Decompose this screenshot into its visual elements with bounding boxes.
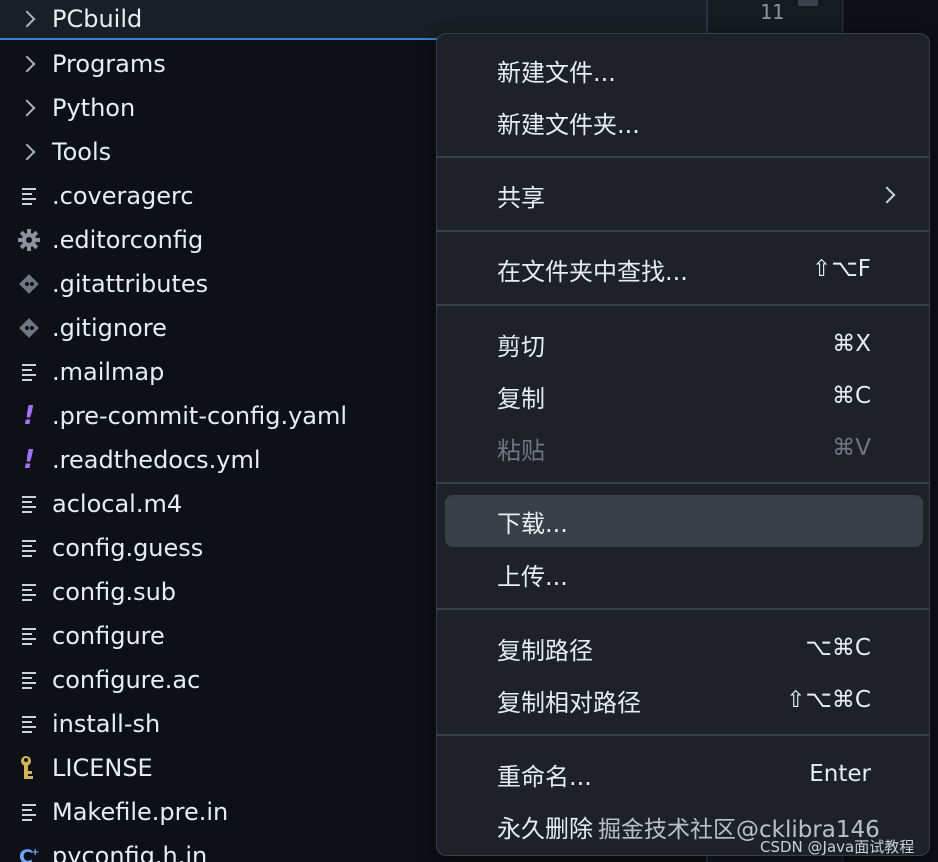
explorer-item-label: pyconfig.h.in	[52, 842, 208, 862]
explorer-item-label: LICENSE	[52, 754, 153, 782]
menu-item-label: 共享	[497, 183, 545, 212]
menu-separator	[437, 304, 929, 306]
explorer-item-label: configure	[52, 622, 165, 650]
chevron-right-icon	[878, 186, 896, 204]
explorer-item-label: Tools	[52, 138, 112, 166]
explorer-item-label: Programs	[52, 50, 166, 78]
menu-item-copy-relative-path[interactable]: 复制相对路径 ⇧⌥⌘C	[437, 678, 929, 722]
menu-item-shortcut: ⌘C	[831, 383, 871, 409]
menu-item-label: 下载...	[497, 509, 568, 538]
menu-item-shortcut: Enter	[809, 761, 871, 787]
explorer-item-label: Python	[52, 94, 136, 122]
chevron-right-icon	[16, 95, 42, 121]
menu-separator	[437, 230, 929, 232]
yaml-icon: !	[23, 401, 35, 431]
menu-item-copy-path[interactable]: 复制路径 ⌥⌘C	[437, 626, 929, 670]
chevron-right-icon	[16, 51, 42, 77]
menu-item-label: 上传...	[497, 562, 568, 591]
text-file-icon	[16, 579, 42, 605]
menu-item-find-in-folder[interactable]: 在文件夹中查找... ⇧⌥F	[437, 247, 929, 291]
menu-separator	[437, 482, 929, 484]
menu-item-label: 新建文件...	[497, 58, 616, 87]
git-icon	[16, 315, 42, 341]
text-file-icon	[16, 183, 42, 209]
text-file-icon	[16, 491, 42, 517]
c-file-icon: C +	[16, 843, 42, 862]
explorer-item-label: .readthedocs.yml	[52, 446, 261, 474]
watermark-csdn: CSDN @Java面试教程	[760, 838, 915, 856]
code-highlight	[798, 0, 818, 6]
explorer-item-label: config.sub	[52, 578, 177, 606]
menu-item-shortcut: ⌘V	[832, 435, 871, 461]
menu-item-shortcut: ⌥⌘C	[805, 635, 871, 661]
explorer-item-label: .gitignore	[52, 314, 167, 342]
menu-item-label: 复制	[497, 384, 545, 413]
menu-item-shortcut: ⌘X	[832, 331, 871, 357]
menu-item-label: 在文件夹中查找...	[497, 257, 688, 286]
explorer-item-label: .gitattributes	[52, 270, 209, 298]
explorer-item-label: install-sh	[52, 710, 161, 738]
menu-item-label: 复制路径	[497, 636, 593, 665]
explorer-item-label: config.guess	[52, 534, 204, 562]
menu-item-rename[interactable]: 重命名... Enter	[437, 752, 929, 796]
menu-item-label: 新建文件夹...	[497, 110, 640, 139]
git-icon	[16, 271, 42, 297]
text-file-icon	[16, 535, 42, 561]
menu-separator	[437, 156, 929, 158]
menu-item-label: 粘贴	[497, 436, 545, 465]
context-menu: 新建文件... 新建文件夹... 共享 在文件夹中查找... ⇧⌥F 剪切 ⌘X…	[436, 33, 930, 856]
menu-separator	[437, 608, 929, 610]
explorer-item-label: .pre-commit-config.yaml	[52, 402, 348, 430]
menu-item-new-file[interactable]: 新建文件...	[437, 48, 929, 92]
menu-item-copy[interactable]: 复制 ⌘C	[437, 374, 929, 418]
yaml-icon: !	[23, 445, 35, 475]
menu-item-label: 重命名...	[497, 762, 592, 791]
menu-item-shortcut: ⇧⌥F	[811, 256, 871, 282]
explorer-item-label: Makefile.pre.in	[52, 798, 229, 826]
text-file-icon	[16, 711, 42, 737]
line-number: 11	[760, 0, 785, 24]
explorer-item-label: .editorconfig	[52, 226, 204, 254]
menu-item-label: 永久删除	[497, 814, 593, 843]
explorer-item-label: .mailmap	[52, 358, 165, 386]
text-file-icon	[16, 667, 42, 693]
menu-item-paste[interactable]: 粘贴 ⌘V	[437, 426, 929, 470]
text-file-icon	[16, 359, 42, 385]
menu-item-share[interactable]: 共享	[437, 173, 929, 217]
menu-item-shortcut: ⇧⌥⌘C	[786, 687, 871, 713]
menu-item-label: 剪切	[497, 332, 545, 361]
chevron-right-icon	[16, 139, 42, 165]
menu-item-upload[interactable]: 上传...	[437, 552, 929, 596]
menu-item-download[interactable]: 下载...	[445, 495, 923, 547]
menu-item-cut[interactable]: 剪切 ⌘X	[437, 322, 929, 366]
explorer-item-label: configure.ac	[52, 666, 201, 694]
gear-icon	[16, 227, 42, 253]
menu-item-new-folder[interactable]: 新建文件夹...	[437, 100, 929, 144]
text-file-icon	[16, 623, 42, 649]
explorer-item-label: PCbuild	[52, 5, 143, 33]
explorer-item-label: aclocal.m4	[52, 490, 183, 518]
svg-text:+: +	[31, 847, 39, 858]
chevron-right-icon	[16, 6, 42, 32]
key-icon	[16, 755, 42, 781]
text-file-icon	[16, 799, 42, 825]
menu-separator	[437, 734, 929, 736]
explorer-item-label: .coveragerc	[52, 182, 194, 210]
menu-item-label: 复制相对路径	[497, 688, 641, 717]
